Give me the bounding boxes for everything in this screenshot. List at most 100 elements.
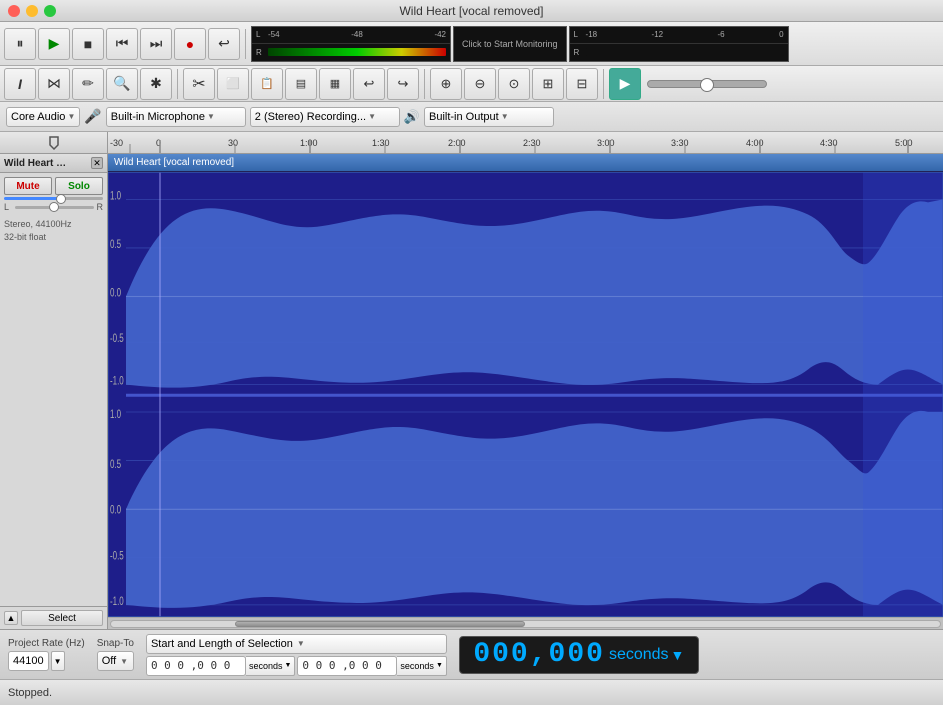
- track-info-line1: Stereo, 44100Hz: [4, 218, 103, 231]
- collapse-button[interactable]: ▲: [4, 611, 18, 625]
- select-track-button[interactable]: Select: [21, 610, 103, 626]
- svg-text:-0.5: -0.5: [110, 333, 124, 346]
- paste-button[interactable]: 📋: [251, 68, 283, 100]
- gain-thumb[interactable]: [56, 194, 66, 204]
- pan-thumb[interactable]: [49, 202, 59, 212]
- recording-channels-select[interactable]: 2 (Stereo) Recording... ▼: [250, 107, 400, 127]
- track-header: Wild Heart [vo... ✕: [0, 154, 107, 173]
- maximize-button[interactable]: [44, 5, 56, 17]
- project-rate-dropdown[interactable]: ▼: [51, 651, 65, 671]
- play-speed-button[interactable]: ▶: [609, 68, 641, 100]
- recording-channels-label: 2 (Stereo) Recording...: [255, 111, 366, 123]
- skip-forward-button[interactable]: ⏭: [140, 28, 172, 60]
- track-close-button[interactable]: ✕: [91, 157, 103, 169]
- redo-button[interactable]: ↪: [387, 68, 419, 100]
- output-vu-meter: L -18 -12 -6 0 R: [569, 26, 789, 62]
- stop-button[interactable]: ■: [72, 28, 104, 60]
- track-panel: Wild Heart [vo... ✕ Mute Solo L R: [0, 154, 108, 629]
- scrollbar-track[interactable]: [110, 620, 941, 628]
- channels-arrow: ▼: [368, 112, 376, 121]
- waveform-title: Wild Heart [vocal removed]: [114, 157, 234, 168]
- svg-text:0.0: 0.0: [110, 504, 121, 517]
- track-info: Stereo, 44100Hz 32-bit float: [0, 216, 107, 245]
- pause-button[interactable]: ⏸: [4, 28, 36, 60]
- solo-button[interactable]: Solo: [55, 177, 103, 195]
- vu-out-1: -18: [586, 30, 598, 39]
- minimize-button[interactable]: [26, 5, 38, 17]
- audio-host-select[interactable]: Core Audio ▼: [6, 107, 80, 127]
- window-title: Wild Heart [vocal removed]: [399, 4, 543, 18]
- selection-type-select[interactable]: Start and Length of Selection ▼: [146, 634, 447, 654]
- gain-slider[interactable]: [4, 197, 103, 200]
- time-digits: 000,000: [473, 639, 605, 670]
- svg-text:0.0: 0.0: [110, 287, 121, 300]
- sel2-unit[interactable]: seconds ▼: [397, 656, 446, 676]
- horizontal-scrollbar[interactable]: [108, 617, 943, 629]
- loop-button[interactable]: ↩: [208, 28, 240, 60]
- time-unit: seconds: [609, 646, 669, 664]
- svg-text:1:30: 1:30: [372, 138, 390, 148]
- svg-text:3:30: 3:30: [671, 138, 689, 148]
- click-to-start-monitoring[interactable]: Click to Start Monitoring: [453, 26, 567, 62]
- vu-label-1: -54: [268, 30, 280, 39]
- zoom-out-button[interactable]: ⊖: [464, 68, 496, 100]
- skip-back-button[interactable]: ⏮: [106, 28, 138, 60]
- separator-2: [177, 69, 178, 99]
- separator-3: [424, 69, 425, 99]
- copy-button[interactable]: ⬜: [217, 68, 249, 100]
- selection-start-input[interactable]: 0 0 0 ,0 0 0: [146, 656, 246, 676]
- select-tool-button[interactable]: I: [4, 68, 36, 100]
- microphone-select[interactable]: Built-in Microphone ▼: [106, 107, 246, 127]
- waveform-canvas[interactable]: 1.0 0.5 0.0 -0.5 -1.0 1.0 0.5 0.0 -0.5 -…: [108, 172, 943, 617]
- output-arrow: ▼: [501, 112, 509, 121]
- svg-text:1.0: 1.0: [110, 190, 121, 203]
- output-device-label: Built-in Output: [429, 111, 499, 123]
- mute-solo-row: Mute Solo: [4, 177, 103, 195]
- mic-select-arrow: ▼: [207, 112, 215, 121]
- zoom-selection-button[interactable]: ⊙: [498, 68, 530, 100]
- svg-text:0.5: 0.5: [110, 459, 121, 472]
- time-dropdown-arrow[interactable]: ▼: [671, 647, 685, 663]
- record-button[interactable]: ●: [174, 28, 206, 60]
- silence-button[interactable]: ▦: [319, 68, 351, 100]
- speed-thumb[interactable]: [700, 78, 714, 92]
- zoom-tool-button[interactable]: 🔍: [106, 68, 138, 100]
- undo-button[interactable]: ↩: [353, 68, 385, 100]
- play-button[interactable]: ▶: [38, 28, 70, 60]
- pan-slider[interactable]: [15, 206, 94, 209]
- svg-text:30: 30: [228, 138, 238, 148]
- pan-right-label: R: [97, 202, 104, 212]
- main-content: Wild Heart [vo... ✕ Mute Solo L R: [0, 154, 943, 629]
- zoom-fit-button[interactable]: ⊞: [532, 68, 564, 100]
- scrollbar-thumb[interactable]: [235, 621, 525, 627]
- svg-text:-1.0: -1.0: [110, 375, 124, 388]
- pan-left-label: L: [4, 202, 12, 212]
- output-device-select[interactable]: Built-in Output ▼: [424, 107, 554, 127]
- mute-button[interactable]: Mute: [4, 177, 52, 195]
- cut-button[interactable]: ✂: [183, 68, 215, 100]
- playhead-icon: [46, 135, 62, 151]
- close-button[interactable]: [8, 5, 20, 17]
- zoom-toggle-button[interactable]: ⊟: [566, 68, 598, 100]
- project-rate-input[interactable]: 44100: [8, 651, 49, 671]
- svg-text:2:00: 2:00: [448, 138, 466, 148]
- vu-label-3: -42: [434, 30, 446, 39]
- project-rate-section: Project Rate (Hz) 44100 ▼: [8, 638, 85, 671]
- draw-tool-button[interactable]: ✏: [72, 68, 104, 100]
- zoom-in-button[interactable]: ⊕: [430, 68, 462, 100]
- selection-end-input[interactable]: 0 0 0 ,0 0 0: [297, 656, 397, 676]
- timeshift-tool-button[interactable]: ✱: [140, 68, 172, 100]
- audio-device-row: Core Audio ▼ 🎤 Built-in Microphone ▼ 2 (…: [0, 102, 943, 132]
- trim-button[interactable]: ▤: [285, 68, 317, 100]
- title-bar: Wild Heart [vocal removed]: [0, 0, 943, 22]
- sel1-unit[interactable]: seconds ▼: [246, 656, 295, 676]
- selection-arrow: ▼: [297, 639, 305, 648]
- envelope-tool-button[interactable]: ⋈: [38, 68, 70, 100]
- sel1-input-row: 0 0 0 ,0 0 0 seconds ▼: [146, 656, 295, 676]
- snap-to-select[interactable]: Off ▼: [97, 651, 134, 671]
- vu-out-3: -6: [718, 30, 725, 39]
- snap-to-section: Snap-To Off ▼: [97, 638, 134, 671]
- speed-slider[interactable]: [647, 80, 767, 88]
- pan-row: L R: [4, 202, 103, 212]
- track-info-line2: 32-bit float: [4, 231, 103, 244]
